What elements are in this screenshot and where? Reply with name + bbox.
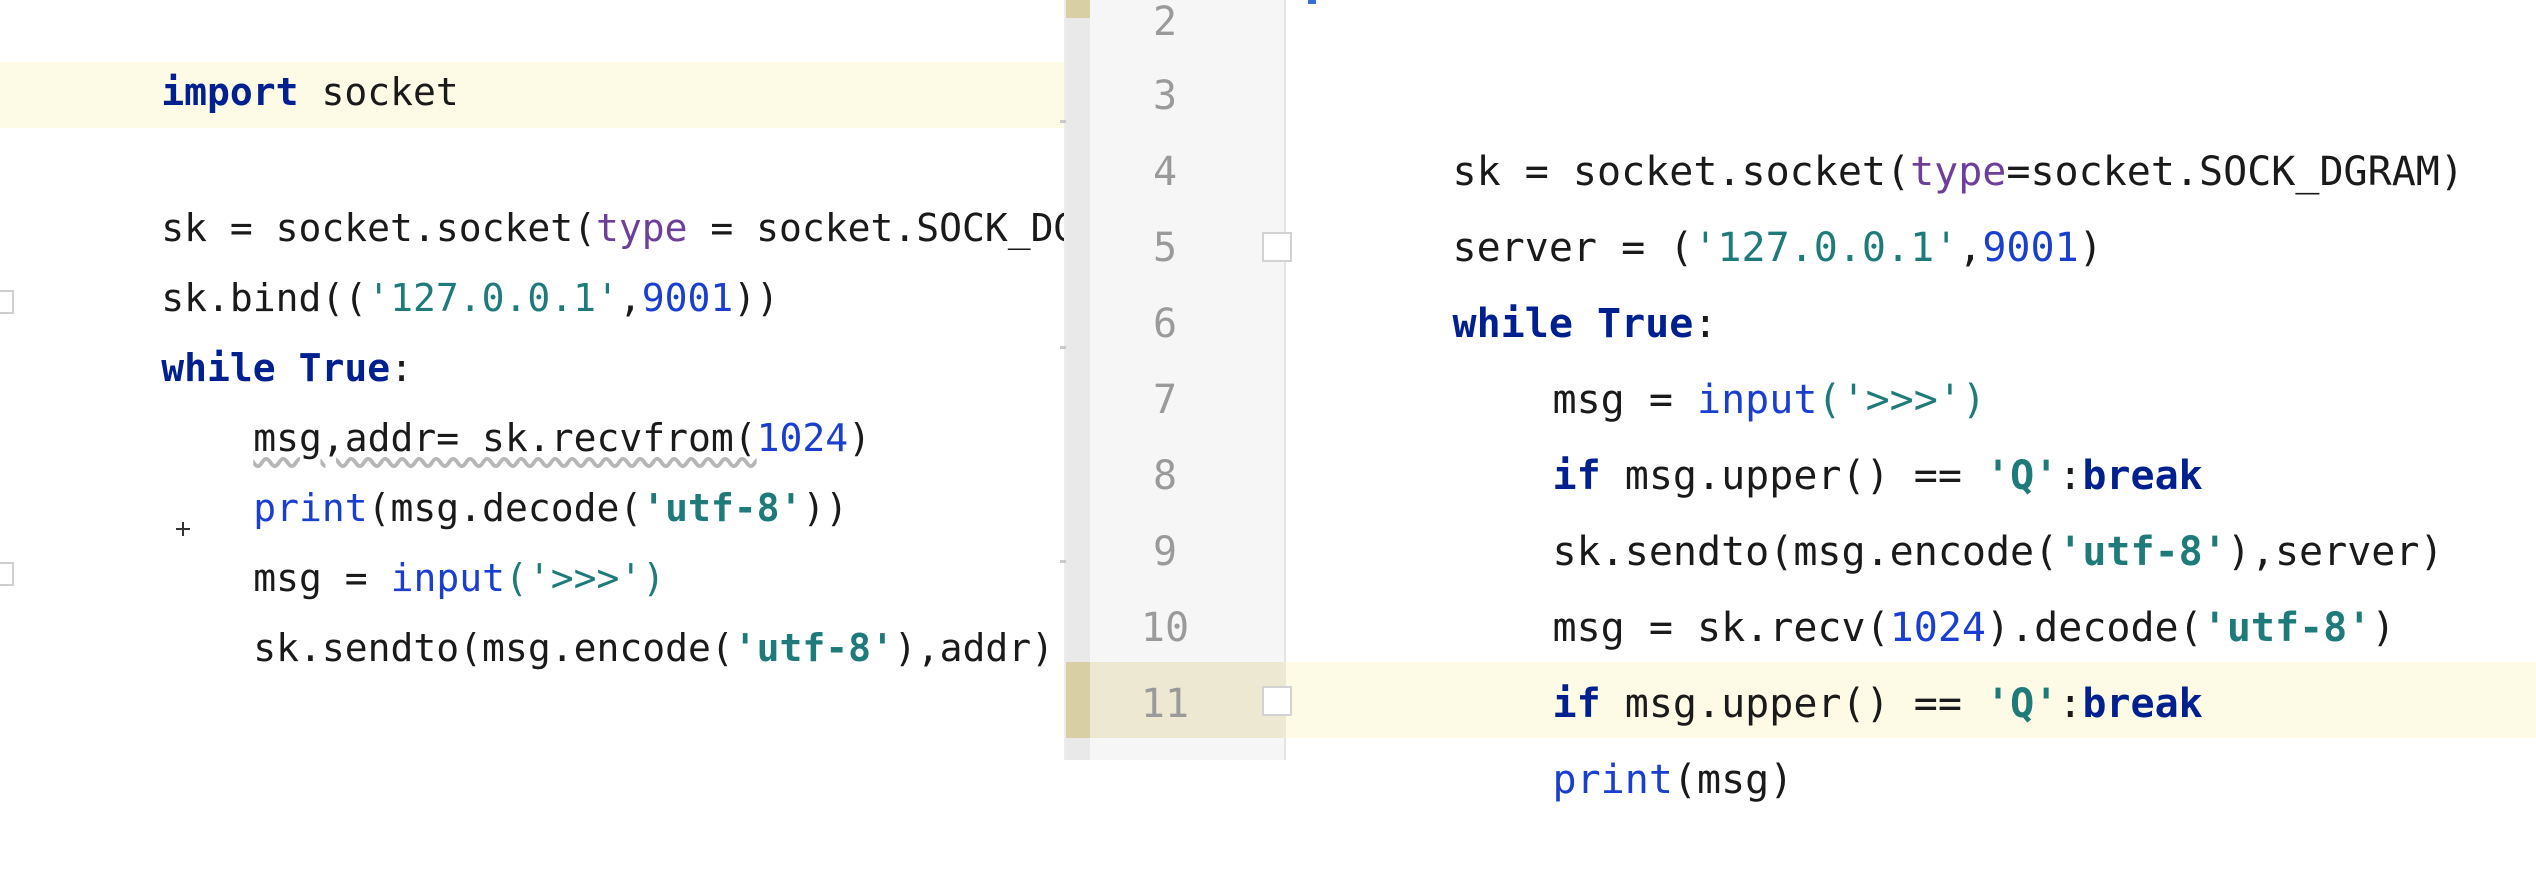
- code-token: print: [1552, 757, 1673, 803]
- code-line[interactable]: if msg.upper() == 'Q':break: [1408, 362, 2203, 499]
- code-token: ),addr): [893, 626, 1055, 670]
- code-token: ,: [618, 276, 642, 320]
- code-token: )): [802, 486, 849, 530]
- code-token: 9001: [1982, 225, 2079, 271]
- code-line[interactable]: server = ('127.0.0.1',9001): [1308, 134, 2103, 271]
- code-token: )): [733, 276, 780, 320]
- editor-splitter[interactable]: [1066, 0, 1090, 760]
- line-number: 8: [1152, 453, 1178, 499]
- code-token: import: [161, 70, 299, 114]
- code-line[interactable]: print(msg.decode('utf-8')): [116, 418, 848, 530]
- left-code-editor[interactable]: import socket sk = socket.socket(type = …: [0, 0, 1066, 760]
- code-line[interactable]: sk.sendto(msg.encode('utf-8'),addr): [116, 558, 1054, 670]
- code-token: 'Q': [1985, 681, 2059, 727]
- code-token: 'utf-8': [733, 626, 894, 670]
- caret-marker: [1308, 0, 1316, 4]
- line-number: 5: [1152, 225, 1178, 271]
- line-number: 6: [1152, 301, 1178, 347]
- line-number: 2: [1152, 0, 1178, 45]
- code-line[interactable]: msg,addr= sk.recvfrom(1024): [116, 348, 871, 460]
- code-token: ,: [1958, 225, 1983, 271]
- splitter-marker: [1066, 662, 1090, 738]
- dual-editor-view: import socket sk = socket.socket(type = …: [0, 0, 2536, 803]
- mouse-cursor-icon: [176, 522, 190, 536]
- code-token: sk.sendto(msg.encode(: [253, 626, 734, 670]
- code-token: ): [2078, 225, 2103, 271]
- code-line[interactable]: sk.sendto(msg.encode('utf-8'),server): [1408, 438, 2444, 575]
- code-token: '127.0.0.1': [1693, 225, 1959, 271]
- fold-end-marker-icon[interactable]: [0, 562, 14, 586]
- line-number: 11: [1140, 681, 1190, 727]
- fold-marker-icon[interactable]: [0, 290, 14, 314]
- code-token: 'utf-8': [642, 486, 803, 530]
- code-token: break: [2082, 681, 2203, 727]
- line-number: 4: [1152, 149, 1178, 195]
- right-code-editor[interactable]: 2 3 4 5 6 7 8 9 10 11 sk = socket.socket…: [1090, 0, 2536, 803]
- code-line[interactable]: while True:: [24, 278, 413, 390]
- line-number: 10: [1140, 605, 1190, 651]
- fold-marker-icon[interactable]: [1262, 232, 1292, 262]
- code-token: (msg): [1672, 757, 1794, 803]
- code-token: 9001: [641, 276, 734, 320]
- code-token: socket: [298, 70, 459, 114]
- code-token: ): [848, 416, 872, 460]
- code-token: :: [2058, 681, 2083, 727]
- code-line[interactable]: msg = input('>>>'): [116, 488, 665, 600]
- splitter-marker: [1066, 0, 1090, 18]
- code-line[interactable]: msg = input('>>>'): [1408, 286, 1987, 423]
- code-token: ): [2371, 605, 2396, 651]
- code-line[interactable]: print(msg): [1408, 666, 1794, 803]
- code-line[interactable]: while True:: [1308, 210, 1718, 347]
- code-line[interactable]: sk.bind(('127.0.0.1',9001)): [24, 208, 779, 320]
- line-number: 9: [1152, 529, 1178, 575]
- left-gutter: [0, 0, 22, 760]
- line-number: 7: [1152, 377, 1178, 423]
- code-line[interactable]: sk = socket.socket(type=socket.SOCK_DGRA…: [1308, 58, 2464, 195]
- code-line[interactable]: if msg.upper() == 'Q':break: [1408, 590, 2203, 727]
- line-number: 3: [1152, 73, 1178, 119]
- code-line[interactable]: import socket: [24, 2, 458, 114]
- code-token: 'utf-8': [2202, 605, 2372, 651]
- code-line[interactable]: msg = sk.recv(1024).decode('utf-8'): [1408, 514, 2396, 651]
- code-line[interactable]: sk = socket.socket(type = socket.SOCK_DG…: [24, 138, 1066, 250]
- fold-end-marker-icon[interactable]: [1262, 686, 1292, 716]
